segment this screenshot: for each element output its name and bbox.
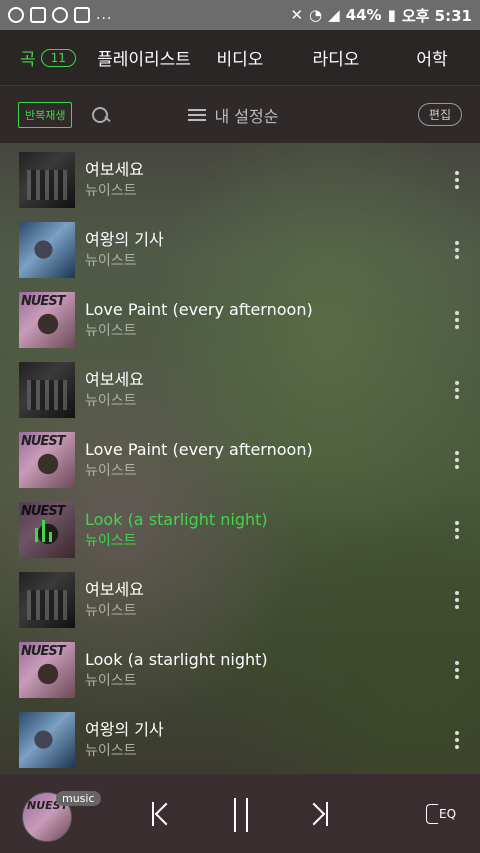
- album-art: NUEST: [19, 432, 75, 488]
- song-row[interactable]: NUEST Love Paint (every afternoon) 뉴이스트: [0, 285, 480, 355]
- song-title: Look (a starlight night): [85, 510, 268, 529]
- music-badge: music: [56, 791, 101, 806]
- edit-button[interactable]: 편집: [417, 103, 462, 126]
- tab-radio[interactable]: 라디오: [288, 45, 384, 70]
- speaker-icon: [426, 804, 438, 824]
- song-artist: 뉴이스트: [85, 533, 137, 549]
- album-logo: NUEST: [21, 504, 66, 519]
- album-art: NUEST: [19, 292, 75, 348]
- pause-icon[interactable]: [232, 798, 252, 832]
- song-artist: 뉴이스트: [85, 673, 137, 689]
- tab-language[interactable]: 어학: [384, 45, 480, 70]
- sort-label: 내 설정순: [214, 106, 279, 126]
- mini-player: NUEST music EQ: [0, 774, 480, 853]
- song-artist: 뉴이스트: [85, 603, 137, 619]
- song-artist: 뉴이스트: [85, 253, 137, 269]
- song-list: 여보세요 뉴이스트 여왕의 기사 뉴이스트 NUEST Love Paint (every…: [0, 145, 480, 775]
- song-row[interactable]: NUEST Love Paint (every afternoon) 뉴이스트: [0, 425, 480, 495]
- song-artist: 뉴이스트: [85, 743, 137, 759]
- more-options-icon[interactable]: [442, 515, 472, 545]
- equalizer-button[interactable]: EQ: [426, 804, 456, 824]
- album-art: NUEST: [19, 642, 75, 698]
- battery-icon: ▮: [387, 6, 396, 24]
- song-title: 여보세요: [85, 160, 144, 179]
- album-logo: NUEST: [21, 644, 66, 659]
- song-title: Love Paint (every afternoon): [85, 440, 313, 459]
- list-toolbar: 반복재생 내 설정순 편집: [0, 86, 480, 143]
- tab-playlist[interactable]: 플레이리스트: [96, 45, 192, 70]
- song-row[interactable]: 여왕의 기사뉴이스트: [0, 705, 480, 775]
- status-bar: ... ✕ ◔ ◢ 44% ▮ 오후 5:31: [0, 0, 480, 30]
- song-info: Love Paint (every afternoon) 뉴이스트: [85, 299, 442, 341]
- song-artist: 뉴이스트: [85, 323, 137, 339]
- song-info: Look (a starlight night) 뉴이스트: [85, 649, 442, 691]
- eq-label: EQ: [439, 807, 457, 821]
- more-options-icon[interactable]: [442, 585, 472, 615]
- sort-settings-icon: [188, 107, 207, 123]
- album-logo: NUEST: [21, 434, 66, 449]
- song-info: 여보세요뉴이스트: [85, 579, 442, 621]
- mute-icon: ✕: [290, 6, 304, 24]
- song-title: 여보세요: [85, 580, 144, 599]
- previous-icon[interactable]: [150, 798, 174, 830]
- song-artist: 뉴이스트: [85, 393, 137, 409]
- category-tabs: 곡 11 플레이리스트 비디오 라디오 어학: [0, 30, 480, 101]
- alert-icon: [30, 7, 46, 23]
- more-notifications-indicator: ...: [96, 7, 113, 23]
- song-info: 여왕의 기사뉴이스트: [85, 719, 442, 761]
- song-count-badge: 11: [40, 48, 76, 67]
- album-art: [19, 222, 75, 278]
- song-title: 여보세요: [85, 370, 144, 389]
- now-playing-equalizer-icon: [35, 520, 52, 542]
- message-icon: [74, 7, 90, 23]
- song-row[interactable]: NUEST Look (a starlight night) 뉴이스트: [0, 495, 480, 565]
- song-row[interactable]: 여보세요뉴이스트: [0, 145, 480, 215]
- song-info: Love Paint (every afternoon) 뉴이스트: [85, 439, 442, 481]
- song-info: 여왕의 기사뉴이스트: [85, 229, 442, 271]
- album-logo: NUEST: [21, 294, 66, 309]
- song-title: Look (a starlight night): [85, 650, 268, 669]
- signal-icon: ◢: [328, 6, 340, 24]
- song-title: 여왕의 기사: [85, 230, 164, 249]
- song-row[interactable]: 여보세요뉴이스트: [0, 565, 480, 635]
- clock: 오후 5:31: [401, 6, 472, 25]
- notification-app-icon: [8, 7, 24, 23]
- more-options-icon[interactable]: [442, 445, 472, 475]
- song-artist: 뉴이스트: [85, 463, 137, 479]
- battery-level: 44%: [345, 6, 382, 24]
- tab-songs-label: 곡: [20, 50, 36, 70]
- more-options-icon[interactable]: [442, 655, 472, 685]
- more-options-icon[interactable]: [442, 375, 472, 405]
- song-row[interactable]: NUEST Look (a starlight night) 뉴이스트: [0, 635, 480, 705]
- song-info: Look (a starlight night) 뉴이스트: [85, 509, 442, 551]
- wifi-icon: ◔: [309, 6, 323, 24]
- song-title: Love Paint (every afternoon): [85, 300, 313, 319]
- more-options-icon[interactable]: [442, 725, 472, 755]
- more-options-icon[interactable]: [442, 165, 472, 195]
- album-art: [19, 362, 75, 418]
- album-art: [19, 712, 75, 768]
- album-art: NUEST: [19, 502, 75, 558]
- more-options-icon[interactable]: [442, 305, 472, 335]
- music-notification-icon: [52, 7, 68, 23]
- song-artist: 뉴이스트: [85, 183, 137, 199]
- song-info: 여보세요뉴이스트: [85, 159, 442, 201]
- album-art: [19, 152, 75, 208]
- song-info: 여보세요뉴이스트: [85, 369, 442, 411]
- song-row[interactable]: 여보세요뉴이스트: [0, 355, 480, 425]
- song-row[interactable]: 여왕의 기사뉴이스트: [0, 215, 480, 285]
- song-title: 여왕의 기사: [85, 720, 164, 739]
- more-options-icon[interactable]: [442, 235, 472, 265]
- search-icon[interactable]: [90, 105, 110, 125]
- next-icon[interactable]: [306, 798, 330, 830]
- tab-songs[interactable]: 곡 11: [0, 45, 96, 101]
- repeat-button[interactable]: 반복재생: [18, 101, 73, 128]
- tab-video[interactable]: 비디오: [192, 45, 288, 70]
- sort-button[interactable]: 내 설정순: [188, 103, 278, 127]
- album-art: [19, 572, 75, 628]
